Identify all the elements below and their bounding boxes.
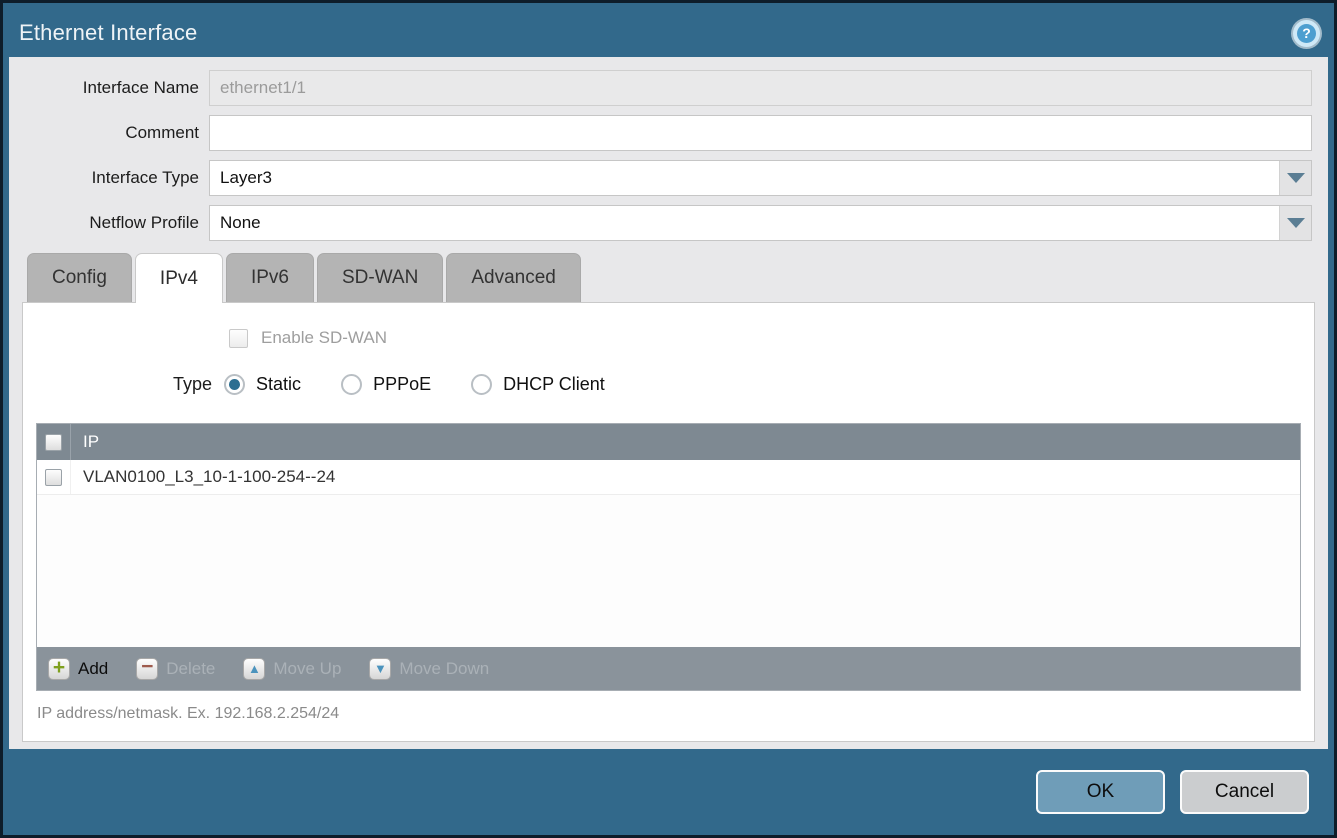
interface-type-field-wrap: Layer3 — [209, 160, 1312, 196]
row-checkbox-cell — [37, 460, 71, 494]
radio-option-dhcp-client[interactable]: DHCP Client — [471, 374, 605, 395]
interface-name-field-wrap — [209, 70, 1312, 106]
radio-option-static[interactable]: Static — [224, 374, 301, 395]
row-checkbox[interactable] — [45, 469, 62, 486]
dialog-title: Ethernet Interface — [19, 20, 197, 46]
radio-label-static: Static — [256, 374, 301, 395]
tab-config[interactable]: Config — [27, 253, 132, 302]
delete-button-label: Delete — [166, 659, 215, 679]
form-row-netflow-profile: Netflow Profile None — [9, 205, 1328, 241]
radio-label-pppoe: PPPoE — [373, 374, 431, 395]
comment-input[interactable] — [209, 115, 1312, 151]
form-row-interface-type: Interface Type Layer3 — [9, 160, 1328, 196]
type-label: Type — [173, 374, 212, 395]
table-row[interactable]: VLAN0100_L3_10-1-100-254--24 — [37, 460, 1300, 495]
radio-label-dhcp-client: DHCP Client — [503, 374, 605, 395]
enable-sdwan-checkbox[interactable] — [229, 329, 248, 348]
ip-column-header: IP — [71, 432, 99, 452]
move-down-button-label: Move Down — [399, 659, 489, 679]
type-radio-row: Type Static PPPoE DHCP Client — [173, 374, 1314, 395]
delete-button[interactable]: − Delete — [136, 658, 215, 680]
comment-field-wrap — [209, 115, 1312, 151]
comment-label: Comment — [9, 123, 209, 143]
minus-icon: − — [136, 658, 158, 680]
interface-type-dropdown-button[interactable] — [1279, 161, 1311, 195]
ip-address-table: IP VLAN0100_L3_10-1-100-254--24 + Add − — [36, 423, 1301, 691]
arrow-up-icon: ▲ — [243, 658, 265, 680]
tab-strip: Config IPv4 IPv6 SD-WAN Advanced — [27, 253, 1328, 302]
interface-type-dropdown[interactable]: Layer3 — [209, 160, 1312, 196]
chevron-down-icon — [1287, 218, 1305, 228]
table-empty-area — [37, 495, 1300, 647]
tab-sd-wan[interactable]: SD-WAN — [317, 253, 443, 302]
move-up-button-label: Move Up — [273, 659, 341, 679]
netflow-profile-dropdown-button[interactable] — [1279, 206, 1311, 240]
netflow-profile-value: None — [210, 206, 1279, 240]
netflow-profile-label: Netflow Profile — [9, 213, 209, 233]
chevron-down-icon — [1287, 173, 1305, 183]
netflow-profile-dropdown[interactable]: None — [209, 205, 1312, 241]
interface-name-label: Interface Name — [9, 78, 209, 98]
ethernet-interface-dialog: Ethernet Interface ? Interface Name Comm… — [0, 0, 1337, 838]
tab-advanced[interactable]: Advanced — [446, 253, 581, 302]
ip-cell-value[interactable]: VLAN0100_L3_10-1-100-254--24 — [71, 467, 335, 487]
dialog-footer: OK Cancel — [3, 749, 1334, 835]
enable-sdwan-row: Enable SD-WAN — [229, 328, 1314, 348]
form-row-interface-name: Interface Name — [9, 70, 1328, 106]
tab-ipv4[interactable]: IPv4 — [135, 253, 223, 303]
netflow-profile-field-wrap: None — [209, 205, 1312, 241]
ip-table-header: IP — [37, 424, 1300, 460]
select-all-checkbox[interactable] — [45, 434, 62, 451]
dialog-content: Interface Name Comment Interface Type La… — [9, 57, 1328, 749]
add-button-label: Add — [78, 659, 108, 679]
plus-icon: + — [48, 658, 70, 680]
radio-icon-dhcp-client[interactable] — [471, 374, 492, 395]
form-row-comment: Comment — [9, 115, 1328, 151]
ip-format-hint: IP address/netmask. Ex. 192.168.2.254/24 — [37, 705, 1314, 723]
ok-button[interactable]: OK — [1036, 770, 1165, 814]
add-button[interactable]: + Add — [48, 658, 108, 680]
table-toolbar: + Add − Delete ▲ Move Up ▼ Move Down — [37, 647, 1300, 690]
help-icon-glyph: ? — [1297, 24, 1316, 43]
radio-icon-pppoe[interactable] — [341, 374, 362, 395]
interface-name-input — [209, 70, 1312, 106]
radio-icon-static[interactable] — [224, 374, 245, 395]
select-all-cell — [37, 424, 71, 460]
dialog-titlebar: Ethernet Interface ? — [3, 3, 1334, 57]
interface-type-label: Interface Type — [9, 168, 209, 188]
tab-ipv6[interactable]: IPv6 — [226, 253, 314, 302]
radio-option-pppoe[interactable]: PPPoE — [341, 374, 431, 395]
move-down-button[interactable]: ▼ Move Down — [369, 658, 489, 680]
ipv4-tab-panel: Enable SD-WAN Type Static PPPoE DHCP Cli… — [22, 302, 1315, 742]
cancel-button[interactable]: Cancel — [1180, 770, 1309, 814]
interface-type-value: Layer3 — [210, 161, 1279, 195]
arrow-down-icon: ▼ — [369, 658, 391, 680]
form-area: Interface Name Comment Interface Type La… — [9, 57, 1328, 241]
enable-sdwan-label: Enable SD-WAN — [261, 328, 387, 348]
help-icon[interactable]: ? — [1293, 20, 1320, 47]
move-up-button[interactable]: ▲ Move Up — [243, 658, 341, 680]
